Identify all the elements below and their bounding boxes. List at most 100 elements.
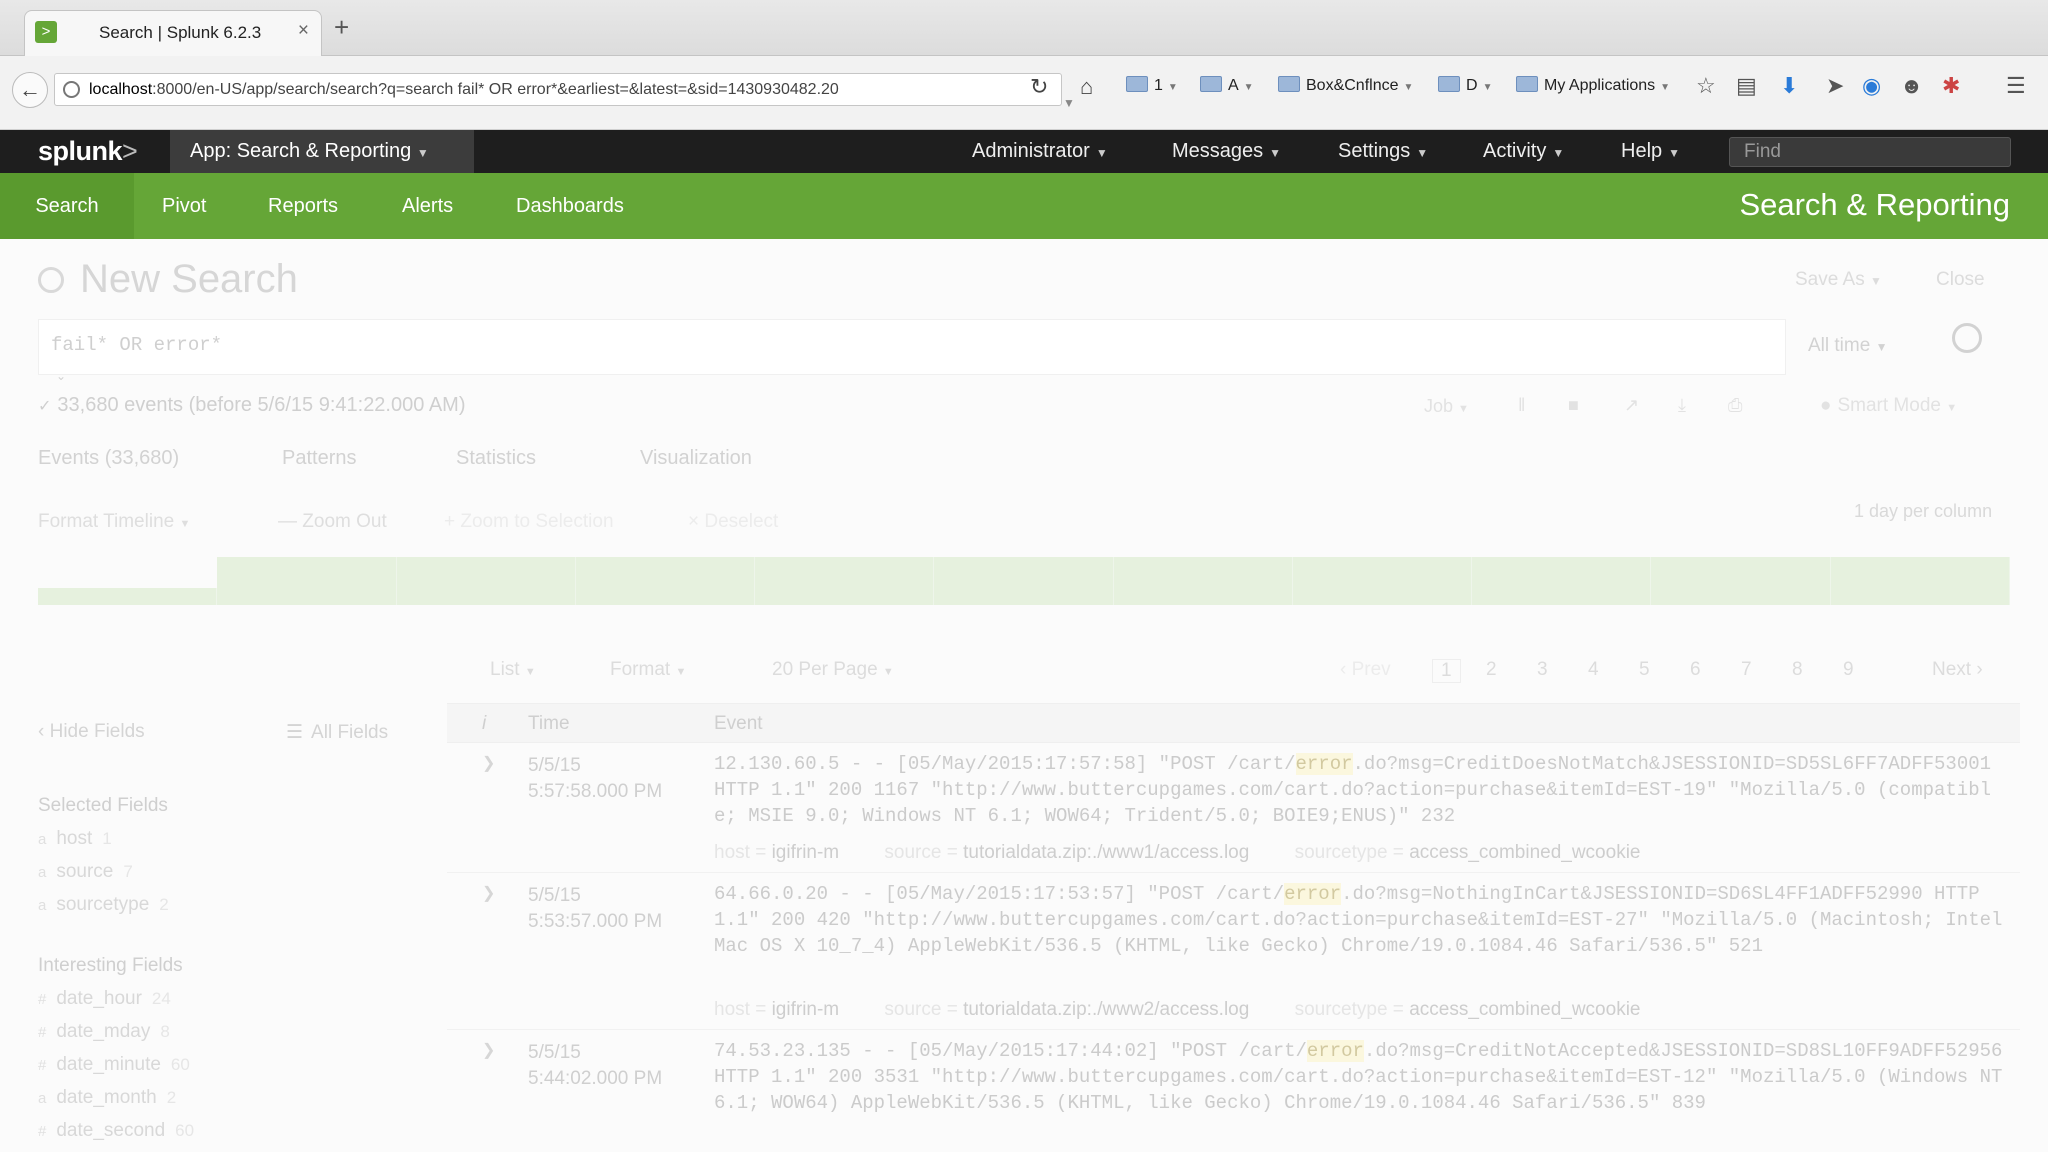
timeline-column[interactable] <box>396 557 576 605</box>
deselect-button[interactable]: × Deselect <box>688 511 778 533</box>
page-9[interactable]: 9 <box>1843 659 1854 681</box>
bookmark-star-icon[interactable]: ☆ <box>1696 73 1716 99</box>
tab-events[interactable]: Events (33,680) <box>38 447 179 470</box>
meta-host-value[interactable]: igifrin-m <box>772 842 840 863</box>
page-5[interactable]: 5 <box>1639 659 1650 681</box>
chevron-down-icon[interactable]: ⌄ <box>56 369 66 383</box>
reading-list-icon[interactable]: ▤ <box>1736 73 1757 99</box>
print-icon[interactable]: ⎙ <box>1728 395 1742 416</box>
menu-settings[interactable]: Settings ▼ <box>1338 140 1428 163</box>
app-nav-reports[interactable]: Reports <box>268 173 338 239</box>
event-raw[interactable]: 64.66.0.20 - - [05/May/2015:17:53:57] "P… <box>714 881 2010 959</box>
col-time[interactable]: Time <box>528 713 570 735</box>
menu-activity[interactable]: Activity ▼ <box>1483 140 1564 163</box>
zoom-out-button[interactable]: — Zoom Out <box>278 511 387 533</box>
timeline-column[interactable] <box>575 557 756 605</box>
app-menu[interactable]: App: Search & Reporting ▼ <box>170 130 474 173</box>
prev-page-button[interactable]: ‹ Prev <box>1340 659 1391 681</box>
expand-row-icon[interactable]: ❯ <box>482 883 495 903</box>
extension-globe-icon[interactable]: ◉ <box>1862 73 1881 99</box>
timeline-chart[interactable] <box>38 557 2010 605</box>
splunk-logo[interactable]: splunk> <box>38 136 138 167</box>
export-icon[interactable]: ⤓ <box>1678 395 1686 416</box>
new-tab-button[interactable]: + <box>334 14 349 40</box>
format-timeline-menu[interactable]: Format Timeline ▼ <box>38 511 190 533</box>
menu-messages[interactable]: Messages ▼ <box>1172 140 1281 163</box>
close-tab-icon[interactable]: × <box>298 20 309 42</box>
tab-patterns[interactable]: Patterns <box>282 447 356 470</box>
back-button[interactable]: ← <box>12 72 48 108</box>
field-source[interactable]: a source 7 <box>38 861 133 883</box>
expand-row-icon[interactable]: ❯ <box>482 1040 495 1060</box>
page-7[interactable]: 7 <box>1741 659 1752 681</box>
timeline-column[interactable] <box>1292 557 1473 605</box>
app-nav-pivot[interactable]: Pivot <box>162 173 206 239</box>
field-date-second[interactable]: # date_second 60 <box>38 1120 194 1142</box>
hide-fields-button[interactable]: ‹ Hide Fields <box>38 721 145 743</box>
meta-source-value[interactable]: tutorialdata.zip:./www1/access.log <box>963 842 1249 863</box>
field-host[interactable]: a host 1 <box>38 828 112 850</box>
search-submit-icon[interactable] <box>1952 323 1982 353</box>
meta-source-value[interactable]: tutorialdata.zip:./www2/access.log <box>963 999 1249 1020</box>
url-text[interactable]: localhost:8000/en-US/app/search/search?q… <box>89 81 839 99</box>
find-input[interactable] <box>1729 137 2011 167</box>
app-nav-alerts[interactable]: Alerts <box>402 173 453 239</box>
event-raw[interactable]: 74.53.23.135 - - [05/May/2015:17:44:02] … <box>714 1038 2010 1116</box>
page-3[interactable]: 3 <box>1537 659 1548 681</box>
field-date-minute[interactable]: # date_minute 60 <box>38 1054 190 1076</box>
time-range-picker[interactable]: All time ▼ <box>1808 335 1887 357</box>
field-date-mday[interactable]: # date_mday 8 <box>38 1021 170 1043</box>
zoom-to-selection-button[interactable]: + Zoom to Selection <box>444 511 614 533</box>
page-4[interactable]: 4 <box>1588 659 1599 681</box>
per-page-menu[interactable]: 20 Per Page ▼ <box>772 659 894 681</box>
hamburger-menu-icon[interactable]: ☰ <box>2006 73 2026 99</box>
menu-administrator[interactable]: Administrator ▼ <box>972 140 1108 163</box>
expand-row-icon[interactable]: ❯ <box>482 753 495 773</box>
field-sourcetype[interactable]: a sourcetype 2 <box>38 894 169 916</box>
browser-tab[interactable]: > Search | Splunk 6.2.3 × <box>24 10 322 57</box>
page-8[interactable]: 8 <box>1792 659 1803 681</box>
share-icon[interactable]: ↗ <box>1624 395 1639 416</box>
site-info-icon[interactable] <box>63 81 80 98</box>
timeline-column[interactable] <box>755 557 935 605</box>
reload-icon[interactable]: ↻ <box>1030 74 1048 100</box>
bookmark-folder-1[interactable]: 1 ▼ <box>1126 76 1178 95</box>
pause-icon[interactable]: ‖ <box>1518 395 1525 416</box>
field-date-month[interactable]: a date_month 2 <box>38 1087 176 1109</box>
stop-icon[interactable]: ■ <box>1568 395 1579 416</box>
bookmark-folder-a[interactable]: A ▼ <box>1200 76 1254 95</box>
timeline-column[interactable] <box>1113 557 1293 605</box>
timeline-column[interactable] <box>1651 557 1831 605</box>
field-date-hour[interactable]: # date_hour 24 <box>38 988 171 1010</box>
home-icon[interactable]: ⌂ <box>1080 74 1093 100</box>
download-icon[interactable]: ⬇ <box>1780 73 1798 99</box>
url-bar[interactable]: localhost:8000/en-US/app/search/search?q… <box>54 73 1075 110</box>
timeline-column[interactable] <box>38 588 218 605</box>
url-dropdown-icon[interactable]: ▼ <box>1063 96 1075 110</box>
job-menu[interactable]: Job ▼ <box>1424 396 1469 417</box>
list-view-menu[interactable]: List ▼ <box>490 659 536 681</box>
send-icon[interactable]: ➤ <box>1826 73 1844 99</box>
next-page-button[interactable]: Next › <box>1932 659 1983 681</box>
all-fields-button[interactable]: ☰ All Fields <box>286 721 388 744</box>
meta-sourcetype-value[interactable]: access_combined_wcookie <box>1409 999 1640 1020</box>
menu-help[interactable]: Help ▼ <box>1621 140 1680 163</box>
page-2[interactable]: 2 <box>1486 659 1497 681</box>
tab-statistics[interactable]: Statistics <box>456 447 536 470</box>
chat-icon[interactable]: ☻ <box>1900 73 1923 99</box>
bookmark-folder-boxcnflnce[interactable]: Box&Cnflnce ▼ <box>1278 76 1413 95</box>
timeline-column[interactable] <box>1830 557 2010 605</box>
format-menu[interactable]: Format ▼ <box>610 659 686 681</box>
timeline-column[interactable] <box>934 557 1114 605</box>
search-input[interactable]: fail* OR error* <box>38 319 1786 375</box>
app-nav-search[interactable]: Search <box>0 173 134 239</box>
close-button[interactable]: Close <box>1936 269 1985 291</box>
tab-visualization[interactable]: Visualization <box>640 447 752 470</box>
app-nav-dashboards[interactable]: Dashboards <box>516 173 624 239</box>
search-mode-menu[interactable]: ● Smart Mode ▼ <box>1820 395 1957 417</box>
extension-puzzle-icon[interactable]: ✱ <box>1942 73 1960 99</box>
save-as-menu[interactable]: Save As ▼ <box>1795 269 1882 291</box>
page-6[interactable]: 6 <box>1690 659 1701 681</box>
timeline-column[interactable] <box>217 557 397 605</box>
timeline-column[interactable] <box>1472 557 1652 605</box>
